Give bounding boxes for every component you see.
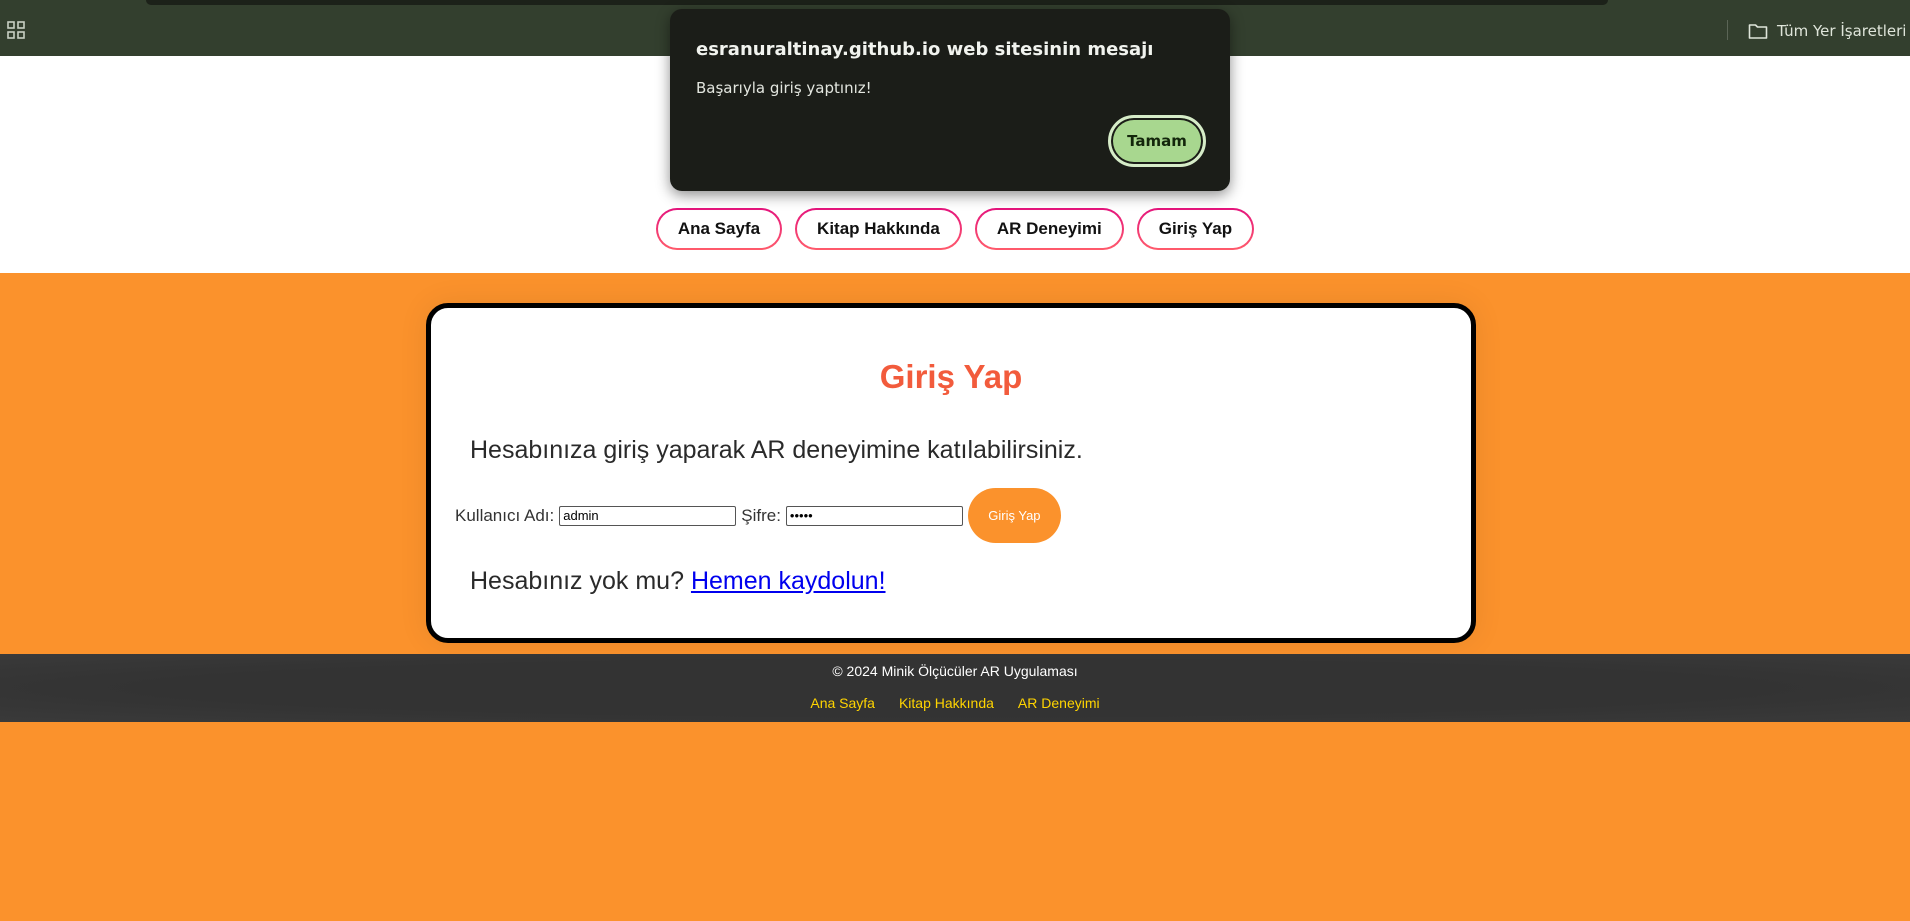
- alert-dialog: esranuraltinay.github.io web sitesinin m…: [670, 9, 1230, 191]
- folder-icon: [1748, 24, 1768, 39]
- password-label: Şifre:: [741, 505, 781, 525]
- signup-prompt: Hesabınız yok mu?: [470, 567, 684, 595]
- dialog-message: Başarıyla giriş yaptınız!: [696, 79, 872, 97]
- all-bookmarks-label: Tüm Yer İşaretleri: [1777, 22, 1907, 40]
- dialog-title: esranuraltinay.github.io web sitesinin m…: [696, 39, 1154, 60]
- nav-home-button[interactable]: Ana Sayfa: [656, 208, 782, 250]
- copyright-text: © 2024 Minik Ölçücüler AR Uygulaması: [832, 663, 1078, 679]
- login-form: Kullanıcı Adı: Şifre: Giriş Yap: [455, 488, 1061, 543]
- username-label: Kullanıcı Adı:: [455, 505, 555, 525]
- username-input[interactable]: [559, 505, 737, 526]
- nav-login-button[interactable]: Giriş Yap: [1137, 208, 1254, 250]
- nav-about-book-button[interactable]: Kitap Hakkında: [795, 208, 962, 250]
- footer-link-home[interactable]: Ana Sayfa: [810, 695, 875, 711]
- footer-link-ar-experience[interactable]: AR Deneyimi: [1018, 695, 1100, 711]
- signup-line: Hesabınız yok mu? Hemen kaydolun!: [470, 567, 886, 596]
- dialog-ok-button[interactable]: Tamam: [1108, 115, 1206, 167]
- apps-grid-icon[interactable]: [7, 21, 25, 39]
- bookmarks-divider: [1727, 20, 1728, 40]
- nav-ar-experience-button[interactable]: AR Deneyimi: [975, 208, 1124, 250]
- login-title: Giriş Yap: [879, 358, 1023, 395]
- footer: © 2024 Minik Ölçücüler AR Uygulaması Ana…: [0, 654, 1910, 722]
- main-nav: Ana Sayfa Kitap Hakkında AR Deneyimi Gir…: [0, 208, 1910, 254]
- password-input[interactable]: [785, 505, 963, 526]
- footer-link-about-book[interactable]: Kitap Hakkında: [899, 695, 994, 711]
- all-bookmarks-button[interactable]: Tüm Yer İşaretleri: [1748, 20, 1906, 42]
- signup-link[interactable]: Hemen kaydolun!: [691, 567, 886, 595]
- footer-links: Ana Sayfa Kitap Hakkında AR Deneyimi: [0, 695, 1910, 711]
- login-card: Giriş Yap Hesabınıza giriş yaparak AR de…: [426, 303, 1476, 643]
- address-bar-edge: [146, 0, 1608, 5]
- login-submit-button[interactable]: Giriş Yap: [967, 488, 1061, 543]
- login-description: Hesabınıza giriş yaparak AR deneyimine k…: [470, 436, 1083, 464]
